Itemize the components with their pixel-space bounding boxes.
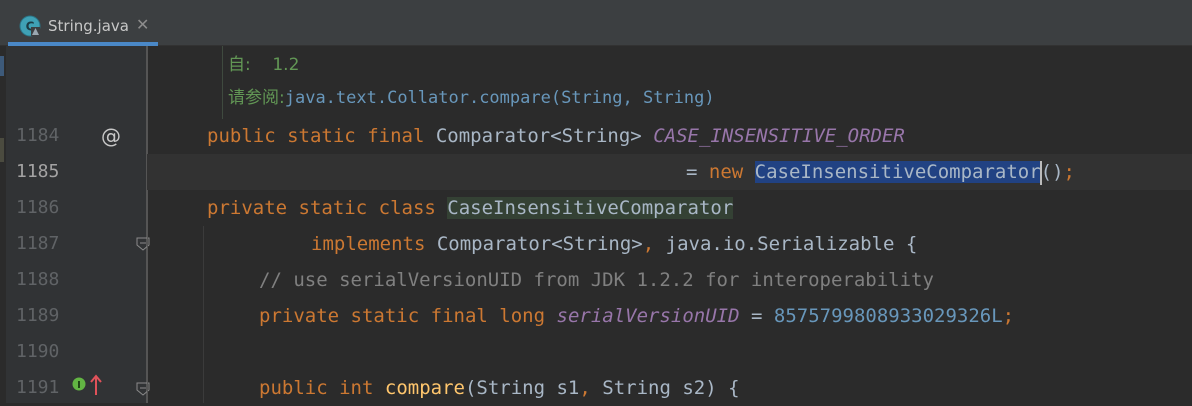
type-name: Comparator<String> bbox=[435, 125, 642, 147]
code-content[interactable]: 自: 1.2 请参阅:java.text.Collator.compare(St… bbox=[147, 46, 1192, 403]
close-icon[interactable]: ✕ bbox=[136, 15, 149, 34]
semicolon: ; bbox=[1002, 305, 1015, 327]
left-strip-marker bbox=[0, 138, 4, 162]
line-number: 1191 bbox=[16, 377, 60, 398]
line-number-gutter[interactable]: 1184 1185 1186 1187 1188 1189 1190 1191 … bbox=[6, 46, 150, 403]
parameter: String s2) { bbox=[602, 377, 740, 399]
doc-see-label: 请参阅: bbox=[228, 88, 285, 108]
code-line-1185[interactable]: = new CaseInsensitiveComparator(); bbox=[686, 154, 1075, 190]
keyword: int bbox=[339, 377, 374, 399]
keyword: private bbox=[207, 197, 288, 219]
comment: // use serialVersionUID from JDK 1.2.2 f… bbox=[259, 269, 934, 291]
semicolon: ; bbox=[1063, 161, 1075, 183]
arrow-up-icon[interactable] bbox=[90, 374, 102, 396]
tab-string-java[interactable]: C String.java ✕ bbox=[8, 6, 158, 46]
code-line-1189[interactable]: private static final long serialVersionU… bbox=[259, 298, 1014, 334]
parentheses: () bbox=[1040, 161, 1064, 183]
keyword: new bbox=[708, 161, 744, 183]
doc-since-label: 自: bbox=[228, 55, 251, 75]
doc-see-link[interactable]: java.text.Collator.compare(String, Strin… bbox=[285, 88, 715, 108]
comma: , bbox=[579, 377, 591, 399]
override-annotation-icon[interactable]: @ bbox=[101, 124, 121, 148]
field-name: serialVersionUID bbox=[556, 305, 740, 327]
keyword: final bbox=[367, 125, 425, 147]
gutter-divider bbox=[147, 46, 148, 403]
line-number: 1187 bbox=[16, 233, 60, 254]
type-name: Comparator<String> bbox=[436, 233, 643, 255]
code-line-1187[interactable]: implements Comparator<String>, java.io.S… bbox=[311, 226, 917, 262]
selected-text: CaseInsensitiveComparator bbox=[754, 161, 1041, 183]
keyword: long bbox=[499, 305, 546, 327]
code-line-1186[interactable]: private static class CaseInsensitiveComp… bbox=[207, 190, 734, 226]
tab-label: String.java bbox=[48, 17, 129, 35]
operator: = bbox=[686, 161, 709, 183]
line-number: 1184 bbox=[16, 125, 60, 146]
code-line-1188[interactable]: // use serialVersionUID from JDK 1.2.2 f… bbox=[259, 262, 934, 298]
doc-since-value: 1.2 bbox=[272, 55, 300, 75]
svg-text:I: I bbox=[77, 380, 81, 391]
line-number: 1186 bbox=[16, 197, 60, 218]
rendered-javadoc: 自: 1.2 请参阅:java.text.Collator.compare(St… bbox=[222, 46, 1192, 119]
comma: , bbox=[642, 233, 655, 255]
number-literal: 8575799808933029326L bbox=[773, 305, 1003, 327]
line-number: 1188 bbox=[16, 269, 60, 290]
editor-tab-bar: C String.java ✕ bbox=[0, 0, 1192, 46]
keyword: static bbox=[287, 125, 356, 147]
keyword: implements bbox=[311, 233, 426, 255]
keyword: static bbox=[350, 305, 420, 327]
keyword: private bbox=[259, 305, 340, 327]
code-editor[interactable]: 1184 1185 1186 1187 1188 1189 1190 1191 … bbox=[0, 46, 1192, 403]
keyword: public bbox=[259, 377, 328, 399]
keyword: final bbox=[430, 305, 488, 327]
parameter: (String s1 bbox=[464, 377, 580, 399]
keyword: static bbox=[298, 197, 368, 219]
class-name-highlighted: CaseInsensitiveComparator bbox=[447, 197, 734, 219]
method-name: compare bbox=[384, 377, 465, 399]
keyword: public bbox=[207, 125, 276, 147]
left-strip-marker bbox=[0, 56, 4, 76]
doc-see-line: 请参阅:java.text.Collator.compare(String, S… bbox=[228, 83, 715, 108]
code-line-1191[interactable]: public int compare(String s1, String s2)… bbox=[259, 370, 740, 406]
code-line-1184[interactable]: public static final Comparator<String> C… bbox=[207, 118, 905, 154]
line-number: 1189 bbox=[16, 305, 60, 326]
field-name: CASE_INSENSITIVE_ORDER bbox=[653, 125, 905, 147]
line-number-current: 1185 bbox=[16, 161, 60, 182]
keyword: class bbox=[378, 197, 436, 219]
operator: = bbox=[750, 305, 763, 327]
java-class-icon: C bbox=[19, 15, 41, 37]
line-number: 1190 bbox=[16, 341, 60, 362]
type-name: java.io.Serializable { bbox=[665, 233, 918, 255]
implements-method-icon[interactable]: I bbox=[72, 377, 86, 391]
indent-guide bbox=[203, 226, 204, 403]
doc-since-line: 自: 1.2 bbox=[228, 50, 299, 75]
